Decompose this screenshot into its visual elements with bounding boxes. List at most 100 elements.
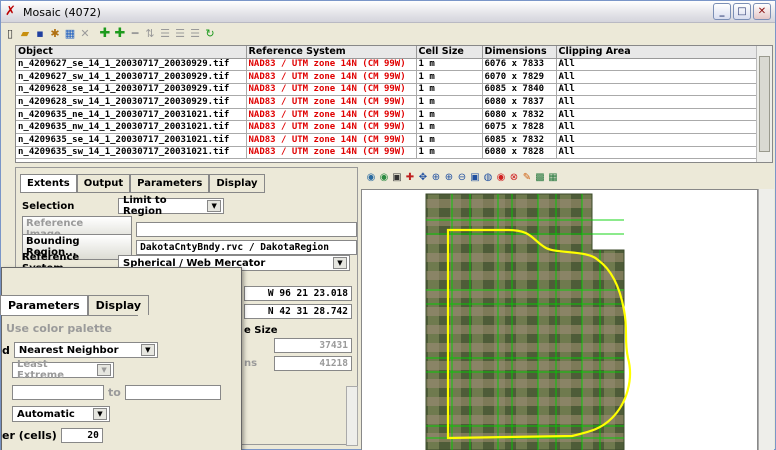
rows-label: ns (244, 358, 258, 369)
table-cell: All (556, 120, 757, 135)
selection-dropdown[interactable]: Limit to Region ▼ (118, 195, 224, 217)
table-cell: n_4209635_se_14_1_20030717_20031021.tif (16, 133, 247, 147)
new-icon[interactable]: ▯ (3, 27, 17, 41)
view-scrollbar[interactable] (758, 189, 774, 450)
title-bar[interactable]: ✗ Mosaic (4072) _ □ ✕ (1, 1, 775, 23)
range-from-field[interactable] (12, 385, 104, 400)
table-cell: n_4209635_sw_14_1_20030717_20031021.tif (16, 146, 247, 160)
table-row[interactable]: n_4209635_se_14_1_20030717_20031021.tif N… (16, 133, 757, 147)
columns-field[interactable]: 37431 (274, 338, 352, 353)
sort-icon-1[interactable]: ⇅ (143, 27, 157, 41)
sort-icon-4[interactable]: ☰ (188, 27, 202, 41)
table-cell: 6080 x 7832 (482, 108, 557, 122)
close-button[interactable]: ✕ (753, 3, 771, 20)
tab-display-overlay[interactable]: Display (87, 295, 150, 315)
layers-icon[interactable]: ▦ (63, 27, 77, 41)
full-extent-icon[interactable]: ◍ (482, 172, 494, 184)
automatic-dropdown[interactable]: Automatic ▼ (12, 406, 110, 422)
zoom-in-icon[interactable]: ⊕ (443, 172, 455, 184)
run-icon[interactable]: ✱ (48, 27, 62, 41)
table-cell: 6070 x 7829 (482, 70, 557, 84)
col-header-reference-system[interactable]: Reference System (246, 46, 417, 59)
snapshot-icon[interactable]: ▩ (534, 172, 546, 184)
zoom-out-icon[interactable]: ⊖ (456, 172, 468, 184)
table-cell: 6085 x 7840 (482, 83, 557, 97)
col-header-object[interactable]: Object (16, 46, 247, 59)
table-cell: n_4209635_nw_14_1_20030717_20031021.tif (16, 120, 247, 135)
add-more-icon[interactable]: ✚ (113, 27, 127, 41)
sort-icon-3[interactable]: ☰ (173, 27, 187, 41)
zoom-box-icon[interactable]: ▣ (469, 172, 481, 184)
globe-2-icon[interactable]: ◉ (378, 172, 390, 184)
cells-field[interactable]: 20 (60, 428, 103, 443)
table-row[interactable]: n_4209627_sw_14_1_20030717_20030929.tif N… (16, 70, 757, 84)
table-cell: 6085 x 7832 (482, 133, 557, 147)
map-view[interactable] (361, 189, 758, 450)
panel-scrollbar[interactable] (346, 386, 358, 446)
range-to-field[interactable] (124, 385, 221, 400)
least-extreme-dropdown[interactable]: Least Extreme ▼ (12, 359, 114, 381)
table-row[interactable]: n_4209635_ne_14_1_20030717_20031021.tif N… (16, 108, 757, 122)
tab-display[interactable]: Display (209, 174, 265, 192)
tab-extents[interactable]: Extents (20, 174, 77, 192)
col-header-cell-size[interactable]: Cell Size (416, 46, 483, 59)
table-cell: 6076 x 7833 (482, 58, 557, 72)
cancel-icon[interactable]: ⊗ (508, 172, 520, 184)
tab-parameters-overlay[interactable]: Parameters (0, 295, 88, 315)
rows-field[interactable]: 41218 (274, 356, 352, 371)
table-row[interactable]: n_4209627_se_14_1_20030717_20030929.tif N… (16, 58, 757, 72)
table-cell: NAD83 / UTM zone 14N (CM 99W) (246, 146, 417, 160)
table-cell: n_4209635_ne_14_1_20030717_20031021.tif (16, 108, 247, 122)
latitude-field[interactable]: N 42 31 28.742 (244, 304, 352, 319)
table-cell: 1 m (416, 108, 483, 122)
pan-icon[interactable]: ✥ (417, 172, 429, 184)
tab-output[interactable]: Output (76, 174, 131, 192)
image-size-label: e Size (244, 325, 278, 336)
layer-icon[interactable]: ▦ (547, 172, 559, 184)
chevron-down-icon: ▼ (207, 200, 221, 212)
remove-selected-icon[interactable]: ━ (128, 27, 142, 41)
table-cell: NAD83 / UTM zone 14N (CM 99W) (246, 58, 417, 72)
table-row[interactable]: n_4209628_se_14_1_20030717_20030929.tif N… (16, 83, 757, 97)
tab-parameters[interactable]: Parameters (130, 174, 210, 192)
table-row[interactable]: n_4209635_nw_14_1_20030717_20031021.tif N… (16, 120, 757, 135)
globe-icon[interactable]: ◉ (365, 172, 377, 184)
zoom-red-icon[interactable]: ◉ (495, 172, 507, 184)
table-cell: n_4209628_sw_14_1_20030717_20030929.tif (16, 95, 247, 109)
table-cell: 1 m (416, 70, 483, 84)
table-cell: NAD83 / UTM zone 14N (CM 99W) (246, 120, 417, 135)
col-header-clipping-area[interactable]: Clipping Area (556, 46, 757, 59)
remove-icon[interactable]: ✕ (78, 27, 92, 41)
add-icon[interactable]: ✚ (98, 27, 112, 41)
resample-method-dropdown[interactable]: Nearest Neighbor ▼ (13, 342, 158, 358)
table-cell: All (556, 58, 757, 72)
save-icon[interactable]: ▪ (33, 27, 47, 41)
window-title: Mosaic (4072) (23, 6, 101, 19)
table-cell: NAD83 / UTM zone 14N (CM 99W) (246, 133, 417, 147)
table-cell: All (556, 95, 757, 109)
table-scrollbar[interactable] (756, 46, 772, 162)
table-row[interactable]: n_4209635_sw_14_1_20030717_20031021.tif N… (16, 146, 757, 160)
chevron-down-icon: ▼ (93, 408, 107, 420)
table-cell: 1 m (416, 133, 483, 147)
longitude-field[interactable]: W 96 21 23.018 (244, 286, 352, 301)
col-header-dimensions[interactable]: Dimensions (482, 46, 557, 59)
table-cell: 1 m (416, 120, 483, 135)
table-cell: 1 m (416, 58, 483, 72)
selection-label: Selection (22, 200, 75, 212)
table-cell: n_4209628_se_14_1_20030717_20030929.tif (16, 83, 247, 97)
redraw-icon[interactable]: ✎ (521, 172, 533, 184)
frame-icon[interactable]: ▣ (391, 172, 403, 184)
table-row[interactable]: n_4209628_sw_14_1_20030717_20030929.tif N… (16, 95, 757, 109)
refresh-icon[interactable]: ↻ (203, 27, 217, 41)
minimize-button[interactable]: _ (713, 3, 731, 20)
add-point-icon[interactable]: ✚ (404, 172, 416, 184)
zoom-group-icon[interactable]: ⊕ (430, 172, 442, 184)
table-cell: All (556, 70, 757, 84)
resample-label: d (2, 343, 10, 357)
use-color-palette-checkbox[interactable]: Use color palette (6, 322, 112, 335)
to-label: to (108, 386, 121, 399)
open-folder-icon[interactable]: ▰ (18, 27, 32, 41)
maximize-button[interactable]: □ (733, 3, 751, 20)
sort-icon-2[interactable]: ☰ (158, 27, 172, 41)
